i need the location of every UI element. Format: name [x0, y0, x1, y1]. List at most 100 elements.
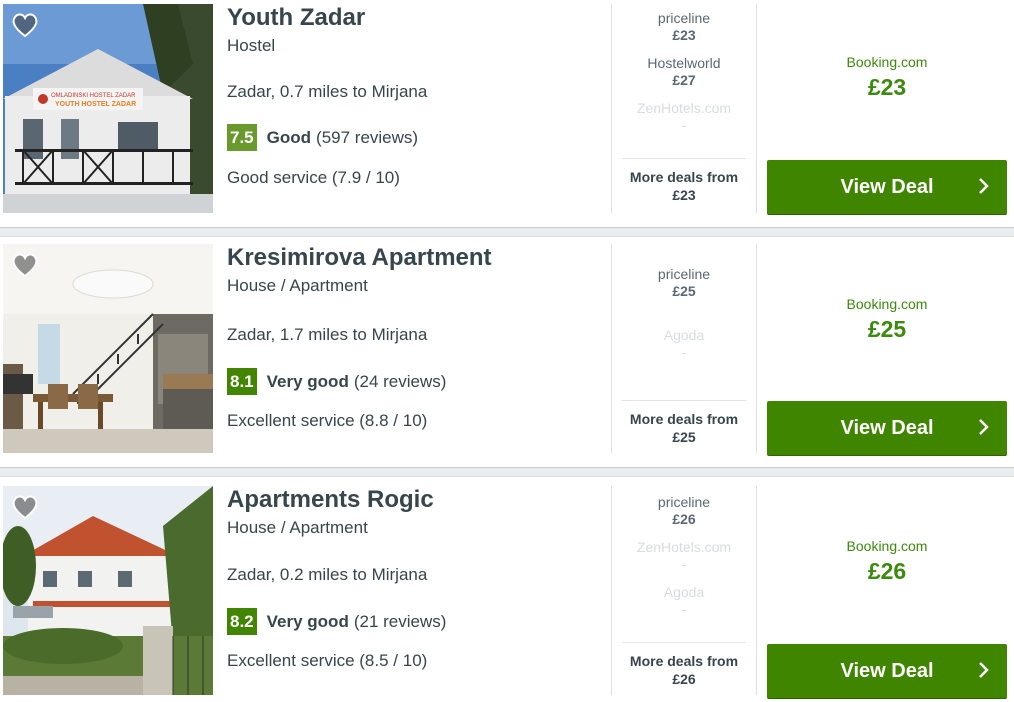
hotel-card: OMLADINSKI HOSTEL ZADAR YOUTH HOSTEL ZAD… — [0, 0, 1014, 223]
view-deal-button[interactable]: View Deal — [767, 160, 1007, 214]
hotel-info: Youth Zadar Hostel Zadar, 0.7 miles to M… — [227, 4, 607, 187]
property-type: Hostel — [227, 36, 276, 55]
hotel-card: Apartments Rogic House / Apartment Zadar… — [0, 482, 1014, 702]
divider — [611, 486, 612, 695]
deal-item[interactable]: priceline £23 — [622, 10, 746, 43]
deal-item: ZenHotels.com - — [622, 100, 746, 133]
heart-icon[interactable] — [11, 252, 39, 278]
hotel-name[interactable]: Apartments Rogic — [227, 486, 607, 514]
more-deals-price: £26 — [672, 671, 696, 687]
view-deal-label: View Deal — [840, 659, 934, 682]
best-provider[interactable]: Booking.com — [767, 54, 1007, 70]
best-provider[interactable]: Booking.com — [767, 538, 1007, 554]
property-type: House / Apartment — [227, 518, 368, 537]
more-deals-link[interactable]: More deals from £23 — [622, 158, 746, 203]
results-list: OMLADINSKI HOSTEL ZADAR YOUTH HOSTEL ZAD… — [0, 0, 1014, 702]
best-deal: Booking.com £26 — [767, 538, 1007, 585]
deal-provider: priceline — [657, 494, 711, 510]
card-separator — [0, 467, 1014, 477]
deal-provider: Agoda — [663, 327, 705, 343]
view-deal-button[interactable]: View Deal — [767, 401, 1007, 455]
hotel-info: Kresimirova Apartment House / Apartment … — [227, 244, 607, 430]
deal-price: - — [681, 344, 687, 360]
service-rating: Excellent service (8.8 / 10) — [227, 411, 428, 430]
best-price[interactable]: £25 — [767, 316, 1007, 343]
best-deal: Booking.com £23 — [767, 54, 1007, 101]
more-deals-price: £23 — [672, 187, 696, 203]
rating-label: Very good — [266, 371, 349, 391]
divider — [611, 4, 612, 213]
deal-item: Agoda - — [622, 327, 746, 360]
more-deals-label: More deals from — [629, 411, 739, 427]
deal-price: £25 — [672, 283, 696, 299]
score-badge: 8.1 — [227, 368, 257, 395]
heart-icon[interactable] — [11, 12, 39, 38]
deal-item: Agoda - — [622, 584, 746, 617]
hotel-photo[interactable]: OMLADINSKI HOSTEL ZADAR YOUTH HOSTEL ZAD… — [3, 4, 213, 213]
deal-price: £27 — [672, 72, 696, 88]
divider — [756, 486, 757, 695]
deal-provider: Hostelworld — [647, 55, 721, 71]
chevron-right-icon — [979, 662, 989, 678]
service-rating: Good service (7.9 / 10) — [227, 168, 400, 187]
deal-provider: Agoda — [663, 584, 705, 600]
service-rating: Excellent service (8.5 / 10) — [227, 651, 428, 670]
heart-icon[interactable] — [11, 494, 39, 520]
hotel-photo[interactable] — [3, 244, 213, 453]
best-price[interactable]: £26 — [767, 558, 1007, 585]
review-count: (24 reviews) — [353, 371, 447, 391]
hotel-name[interactable]: Kresimirova Apartment — [227, 244, 607, 272]
more-deals-price: £25 — [672, 429, 696, 445]
more-deals-link[interactable]: More deals from £25 — [622, 400, 746, 445]
other-deals: priceline £26 ZenHotels.com - Agoda - — [622, 494, 746, 629]
more-deals-label: More deals from — [629, 653, 739, 669]
deal-price: - — [681, 117, 687, 133]
divider — [756, 244, 757, 453]
hotel-info: Apartments Rogic House / Apartment Zadar… — [227, 486, 607, 670]
hotel-photo[interactable] — [3, 486, 213, 695]
deal-item[interactable]: priceline £26 — [622, 494, 746, 527]
hotel-card: Kresimirova Apartment House / Apartment … — [0, 240, 1014, 463]
review-count: (597 reviews) — [316, 127, 419, 147]
view-deal-label: View Deal — [840, 175, 934, 198]
more-deals-link[interactable]: More deals from £26 — [622, 642, 746, 687]
hotel-location: Zadar, 0.7 miles to Mirjana — [227, 82, 428, 101]
hotel-name[interactable]: Youth Zadar — [227, 4, 607, 32]
review-count: (21 reviews) — [353, 611, 447, 631]
view-deal-button[interactable]: View Deal — [767, 644, 1007, 698]
rating-row[interactable]: 8.2 Very good (21 reviews) — [227, 608, 446, 635]
view-deal-label: View Deal — [840, 416, 934, 439]
svg-text:YOUTH HOSTEL ZADAR: YOUTH HOSTEL ZADAR — [55, 101, 136, 108]
deal-provider: priceline — [657, 10, 711, 26]
other-deals: priceline £25 Agoda - — [622, 266, 746, 372]
rating-label: Good — [266, 127, 312, 147]
deal-price: - — [681, 601, 687, 617]
divider — [756, 4, 757, 213]
best-provider[interactable]: Booking.com — [767, 296, 1007, 312]
property-type: House / Apartment — [227, 276, 368, 295]
deal-price: £23 — [672, 27, 696, 43]
chevron-right-icon — [979, 178, 989, 194]
deal-item[interactable]: Hostelworld £27 — [622, 55, 746, 88]
rating-label: Very good — [266, 611, 349, 631]
deal-price: - — [681, 556, 687, 572]
deal-provider: priceline — [657, 266, 711, 282]
hotel-location: Zadar, 0.2 miles to Mirjana — [227, 565, 428, 584]
deal-provider: ZenHotels.com — [636, 539, 732, 555]
divider — [611, 244, 612, 453]
score-badge: 8.2 — [227, 608, 257, 635]
more-deals-label: More deals from — [629, 169, 739, 185]
deal-item: ZenHotels.com - — [622, 539, 746, 572]
best-price[interactable]: £23 — [767, 74, 1007, 101]
hotel-location: Zadar, 1.7 miles to Mirjana — [227, 325, 428, 344]
best-deal: Booking.com £25 — [767, 296, 1007, 343]
deal-provider: ZenHotels.com — [636, 100, 732, 116]
deal-item[interactable]: priceline £25 — [622, 266, 746, 299]
chevron-right-icon — [979, 419, 989, 435]
hostel-sign-text: OMLADINSKI HOSTEL ZADAR — [51, 93, 136, 99]
other-deals: priceline £23 Hostelworld £27 ZenHotels.… — [622, 10, 746, 145]
deal-price: £26 — [672, 511, 696, 527]
card-separator — [0, 227, 1014, 237]
rating-row[interactable]: 7.5 Good (597 reviews) — [227, 124, 418, 151]
rating-row[interactable]: 8.1 Very good (24 reviews) — [227, 368, 446, 395]
